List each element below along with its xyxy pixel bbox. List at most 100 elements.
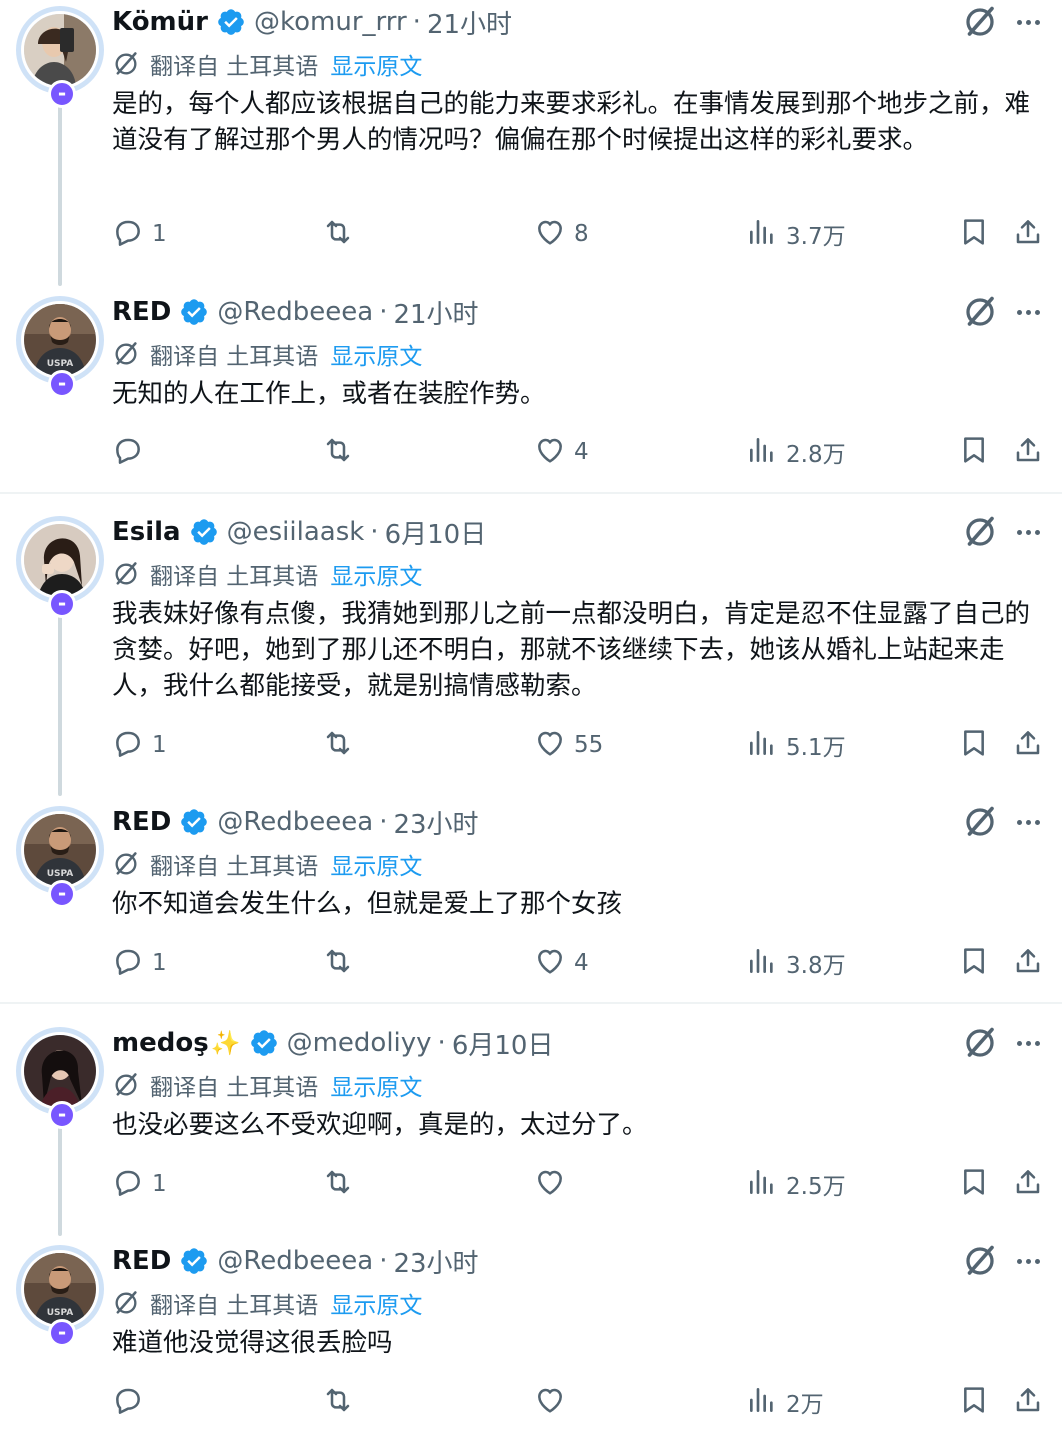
share-button[interactable] (1012, 1384, 1044, 1420)
repost-icon (322, 945, 354, 981)
timestamp[interactable]: 23小时 (393, 1243, 478, 1280)
like-button[interactable]: 4 (534, 434, 589, 470)
bookmark-icon (958, 434, 990, 470)
share-button[interactable] (1012, 1166, 1044, 1202)
timestamp[interactable]: 21小时 (393, 294, 478, 331)
user-handle[interactable]: @Redbeeea (217, 1246, 373, 1276)
avatar-container[interactable]: USPA - (16, 806, 104, 908)
user-handle[interactable]: @Redbeeea (217, 807, 373, 837)
avatar[interactable]: USPA (21, 1250, 99, 1328)
repost-button[interactable] (322, 945, 362, 981)
like-button[interactable]: 4 (534, 945, 589, 981)
avatar[interactable]: USPA (21, 811, 99, 889)
views-button[interactable]: 5.1万 (746, 727, 846, 763)
display-name[interactable]: Kömür (112, 7, 208, 37)
collapse-badge[interactable]: - (48, 880, 76, 908)
views-count: 2万 (786, 1392, 824, 1418)
more-icon[interactable] (1012, 1243, 1044, 1279)
repost-button[interactable] (322, 1384, 362, 1420)
grok-icon[interactable] (962, 4, 998, 40)
timestamp[interactable]: 23小时 (393, 804, 478, 841)
timestamp[interactable]: 21小时 (427, 4, 512, 41)
collapse-badge[interactable]: - (48, 370, 76, 398)
display-name[interactable]: RED (112, 1246, 171, 1276)
reply-button[interactable] (112, 1384, 152, 1420)
avatar[interactable] (21, 521, 99, 599)
more-icon[interactable] (1012, 804, 1044, 840)
reply-button[interactable]: 1 (112, 216, 167, 252)
grok-icon[interactable] (962, 514, 998, 550)
verified-badge-icon (249, 1028, 279, 1058)
repost-button[interactable] (322, 434, 362, 470)
more-icon[interactable] (1012, 4, 1044, 40)
views-button[interactable]: 3.7万 (746, 216, 846, 252)
share-button[interactable] (1012, 727, 1044, 763)
like-button[interactable]: 55 (534, 727, 603, 763)
user-handle[interactable]: @komur_rrr (254, 7, 407, 37)
grok-icon[interactable] (962, 294, 998, 330)
grok-icon[interactable] (962, 1243, 998, 1279)
more-icon[interactable] (1012, 514, 1044, 550)
repost-button[interactable] (322, 216, 362, 252)
repost-button[interactable] (322, 727, 362, 763)
display-name[interactable]: RED (112, 807, 171, 837)
reply-button[interactable]: 1 (112, 945, 167, 981)
repost-icon (322, 727, 354, 763)
translation-notice: 翻译自 土耳其语 显示原文 (112, 338, 422, 370)
bookmark-button[interactable] (958, 216, 990, 252)
bookmark-button[interactable] (958, 1166, 990, 1202)
timestamp[interactable]: 6月10日 (452, 1025, 554, 1062)
display-name[interactable]: medoş (112, 1028, 209, 1058)
bookmark-icon (958, 945, 990, 981)
grok-icon[interactable] (962, 1025, 998, 1061)
user-handle[interactable]: @medoliyy (287, 1028, 432, 1058)
likes-count: 8 (574, 221, 589, 247)
tweet-header: medoş ✨ @medoliyy · 6月10日 (112, 1025, 553, 1061)
show-original-link[interactable]: 显示原文 (330, 337, 422, 371)
show-original-link[interactable]: 显示原文 (330, 1286, 422, 1320)
show-original-link[interactable]: 显示原文 (330, 847, 422, 881)
avatar-container[interactable]: - (16, 516, 104, 618)
like-button[interactable] (534, 1384, 574, 1420)
avatar-container[interactable]: - (16, 6, 104, 108)
collapse-badge[interactable]: - (48, 80, 76, 108)
more-icon[interactable] (1012, 1025, 1044, 1061)
bookmark-button[interactable] (958, 434, 990, 470)
views-button[interactable]: 2.5万 (746, 1166, 846, 1202)
reply-button[interactable]: 1 (112, 727, 167, 763)
avatar[interactable] (21, 11, 99, 89)
bookmark-button[interactable] (958, 945, 990, 981)
collapse-badge[interactable]: - (48, 1101, 76, 1129)
avatar[interactable] (21, 1032, 99, 1110)
display-name[interactable]: RED (112, 297, 171, 327)
avatar-container[interactable]: - (16, 1027, 104, 1129)
share-button[interactable] (1012, 216, 1044, 252)
display-name[interactable]: Esila (112, 517, 181, 547)
avatar-container[interactable]: USPA - (16, 1245, 104, 1347)
collapse-badge[interactable]: - (48, 590, 76, 618)
share-button[interactable] (1012, 434, 1044, 470)
bookmark-button[interactable] (958, 727, 990, 763)
views-button[interactable]: 2.8万 (746, 434, 846, 470)
show-original-link[interactable]: 显示原文 (330, 557, 422, 591)
like-button[interactable]: 8 (534, 216, 589, 252)
views-button[interactable]: 2万 (746, 1384, 824, 1420)
avatar[interactable]: USPA (21, 301, 99, 379)
avatar-container[interactable]: USPA - (16, 296, 104, 398)
share-button[interactable] (1012, 945, 1044, 981)
show-original-link[interactable]: 显示原文 (330, 47, 422, 81)
collapse-badge[interactable]: - (48, 1319, 76, 1347)
show-original-link[interactable]: 显示原文 (330, 1068, 422, 1102)
views-button[interactable]: 3.8万 (746, 945, 846, 981)
reply-button[interactable]: 1 (112, 1166, 167, 1202)
bookmark-button[interactable] (958, 1384, 990, 1420)
like-icon (534, 216, 566, 252)
grok-icon[interactable] (962, 804, 998, 840)
user-handle[interactable]: @esiilaask (227, 517, 365, 547)
reply-button[interactable] (112, 434, 152, 470)
user-handle[interactable]: @Redbeeea (217, 297, 373, 327)
timestamp[interactable]: 6月10日 (385, 514, 487, 551)
repost-button[interactable] (322, 1166, 362, 1202)
more-icon[interactable] (1012, 294, 1044, 330)
like-button[interactable] (534, 1166, 574, 1202)
